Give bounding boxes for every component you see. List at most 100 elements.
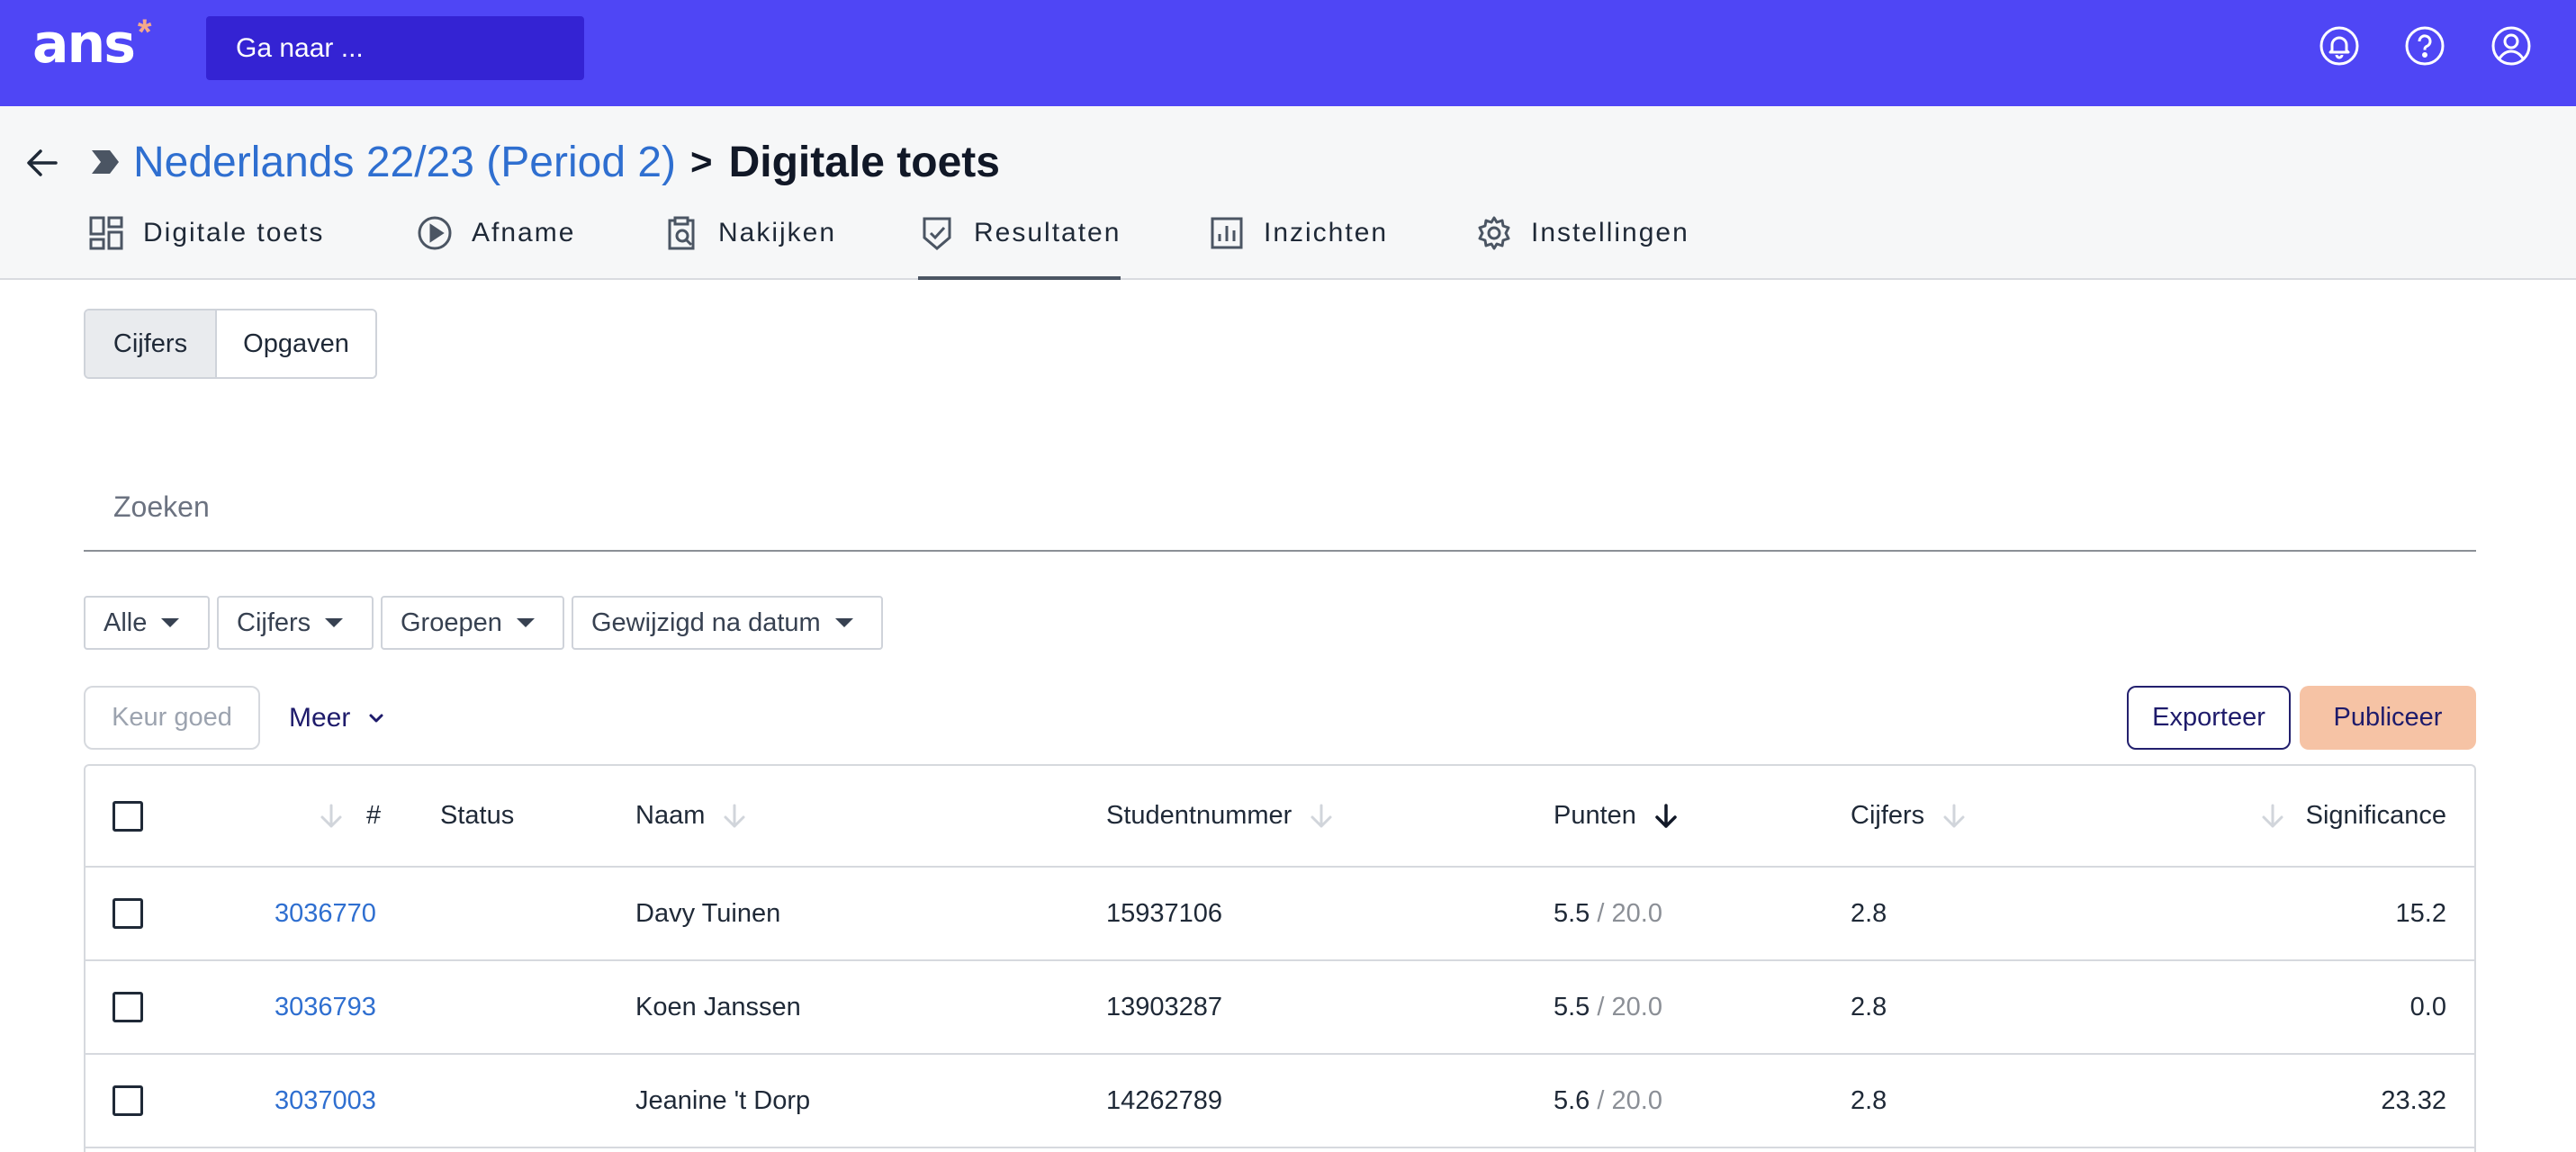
row-points: 5.6 xyxy=(1554,1085,1590,1115)
table-row[interactable]: 3036793 Koen Janssen 13903287 5.5 / 20.0… xyxy=(86,961,2474,1055)
results-table: # Status Naam Studentnummer Punten Cijfe… xyxy=(84,764,2476,1152)
sort-arrow-icon xyxy=(719,801,750,832)
publish-button[interactable]: Publiceer xyxy=(2300,686,2476,750)
filter-label: Gewijzigd na datum xyxy=(591,608,821,637)
row-name: Koen Janssen xyxy=(635,992,801,1022)
filter-label: Groepen xyxy=(401,608,502,637)
shield-check-icon xyxy=(918,214,956,252)
filter-groepen-dropdown[interactable]: Groepen xyxy=(381,596,564,650)
column-label: Naam xyxy=(635,801,706,830)
notification-bell-icon[interactable] xyxy=(2319,25,2360,67)
table-row[interactable]: 3037003 Jeanine 't Dorp 14262789 5.6 / 2… xyxy=(86,1055,2474,1148)
search-input[interactable] xyxy=(113,490,2476,524)
page-title: Digitale toets xyxy=(728,138,1000,186)
goto-search[interactable]: Ga naar ... xyxy=(206,16,584,80)
row-id-link[interactable]: 3037003 xyxy=(275,1086,376,1116)
row-points-max: / 20.0 xyxy=(1590,1085,1662,1115)
tab-inzichten[interactable]: Inzichten xyxy=(1208,202,1388,280)
more-label: Meer xyxy=(289,702,351,733)
breadcrumb: Nederlands 22/23 (Period 2) > Digitale t… xyxy=(88,135,1000,189)
clipboard-search-icon xyxy=(662,214,700,252)
approve-button[interactable]: Keur goed xyxy=(84,686,260,750)
row-student-number: 14262789 xyxy=(1106,1085,1223,1115)
row-select-cell xyxy=(113,961,143,1053)
tab-label: Instellingen xyxy=(1531,218,1689,248)
column-label: Cijfers xyxy=(1851,801,1925,830)
view-segmented-control: Cijfers Opgaven xyxy=(84,309,377,379)
row-checkbox[interactable] xyxy=(113,1085,143,1116)
caret-down-icon xyxy=(516,618,535,627)
row-grade: 2.8 xyxy=(1851,898,1887,928)
tab-digitale-toets[interactable]: Digitale toets xyxy=(87,202,324,280)
column-label: Status xyxy=(440,801,515,830)
filter-label: Alle xyxy=(104,608,148,637)
row-id-link[interactable]: 3036770 xyxy=(275,899,376,929)
row-student-number: 15937106 xyxy=(1106,898,1223,928)
back-arrow-icon[interactable] xyxy=(23,144,61,182)
play-circle-icon xyxy=(416,214,454,252)
logo-text: ans xyxy=(32,13,136,76)
filter-date-dropdown[interactable]: Gewijzigd na datum xyxy=(572,596,883,650)
tab-bar: Digitale toets Afname Nakijken Resultate… xyxy=(0,202,2576,280)
row-points: 5.5 xyxy=(1554,898,1590,928)
column-header-significance[interactable]: Significance xyxy=(2257,766,2446,866)
row-significance: 15.2 xyxy=(2395,898,2446,928)
segment-opgaven[interactable]: Opgaven xyxy=(215,310,375,377)
chevron-tag-icon xyxy=(88,145,122,179)
column-header-number[interactable]: # xyxy=(316,766,382,866)
help-question-icon[interactable] xyxy=(2404,25,2445,67)
row-select-cell xyxy=(113,868,143,959)
tab-label: Afname xyxy=(472,218,576,248)
row-points-max: / 20.0 xyxy=(1590,992,1662,1022)
tab-resultaten[interactable]: Resultaten xyxy=(918,202,1121,280)
filter-cijfers-dropdown[interactable]: Cijfers xyxy=(217,596,374,650)
select-all-checkbox[interactable] xyxy=(113,800,143,832)
table-header-row: # Status Naam Studentnummer Punten Cijfe… xyxy=(86,766,2474,868)
row-grade: 2.8 xyxy=(1851,992,1887,1022)
logo-asterisk: * xyxy=(137,13,152,52)
breadcrumb-course-link[interactable]: Nederlands 22/23 (Period 2) xyxy=(133,138,676,187)
sort-arrow-icon xyxy=(1306,801,1337,832)
filter-bar: Alle Cijfers Groepen Gewijzigd na datum xyxy=(84,596,883,650)
table-row[interactable]: 3036770 Davy Tuinen 15937106 5.5 / 20.0 … xyxy=(86,868,2474,961)
row-checkbox[interactable] xyxy=(113,898,143,929)
page-header: Nederlands 22/23 (Period 2) > Digitale t… xyxy=(0,106,2576,280)
tab-label: Digitale toets xyxy=(143,218,325,248)
column-header-name[interactable]: Naam xyxy=(635,766,750,866)
goto-search-placeholder: Ga naar ... xyxy=(236,32,364,63)
sort-arrow-icon xyxy=(316,801,347,832)
bar-chart-icon xyxy=(1208,214,1246,252)
chevron-down-icon xyxy=(365,706,388,730)
tab-afname[interactable]: Afname xyxy=(416,202,575,280)
row-select-cell xyxy=(113,1055,143,1147)
search-field xyxy=(84,464,2476,552)
tab-instellingen[interactable]: Instellingen xyxy=(1475,202,1689,280)
column-header-grades[interactable]: Cijfers xyxy=(1851,766,1969,866)
filter-alle-dropdown[interactable]: Alle xyxy=(84,596,210,650)
row-checkbox[interactable] xyxy=(113,992,143,1022)
ans-logo[interactable]: ans * xyxy=(32,13,152,76)
row-significance: 23.32 xyxy=(2381,1085,2446,1115)
user-account-icon[interactable] xyxy=(2490,25,2532,67)
more-menu-button[interactable]: Meer xyxy=(289,686,388,750)
column-header-points[interactable]: Punten xyxy=(1554,766,1681,866)
top-bar: ans * Ga naar ... xyxy=(0,0,2576,106)
tab-label: Nakijken xyxy=(718,218,837,248)
caret-down-icon xyxy=(161,618,180,627)
dashboard-grid-icon xyxy=(87,214,125,252)
row-name: Jeanine 't Dorp xyxy=(635,1085,811,1115)
segment-cijfers[interactable]: Cijfers xyxy=(86,310,215,377)
column-label: # xyxy=(366,801,382,830)
column-header-student-number[interactable]: Studentnummer xyxy=(1106,766,1337,866)
row-points: 5.5 xyxy=(1554,992,1590,1022)
tab-label: Resultaten xyxy=(974,218,1121,248)
row-student-number: 13903287 xyxy=(1106,992,1223,1022)
tab-label: Inzichten xyxy=(1264,218,1389,248)
tab-nakijken[interactable]: Nakijken xyxy=(662,202,836,280)
row-id-link[interactable]: 3036793 xyxy=(275,993,376,1022)
breadcrumb-separator: > xyxy=(690,140,713,183)
export-button[interactable]: Exporteer xyxy=(2127,686,2291,750)
filter-label: Cijfers xyxy=(237,608,311,637)
sort-arrow-icon xyxy=(2257,801,2288,832)
sort-arrow-active-icon xyxy=(1651,801,1681,832)
